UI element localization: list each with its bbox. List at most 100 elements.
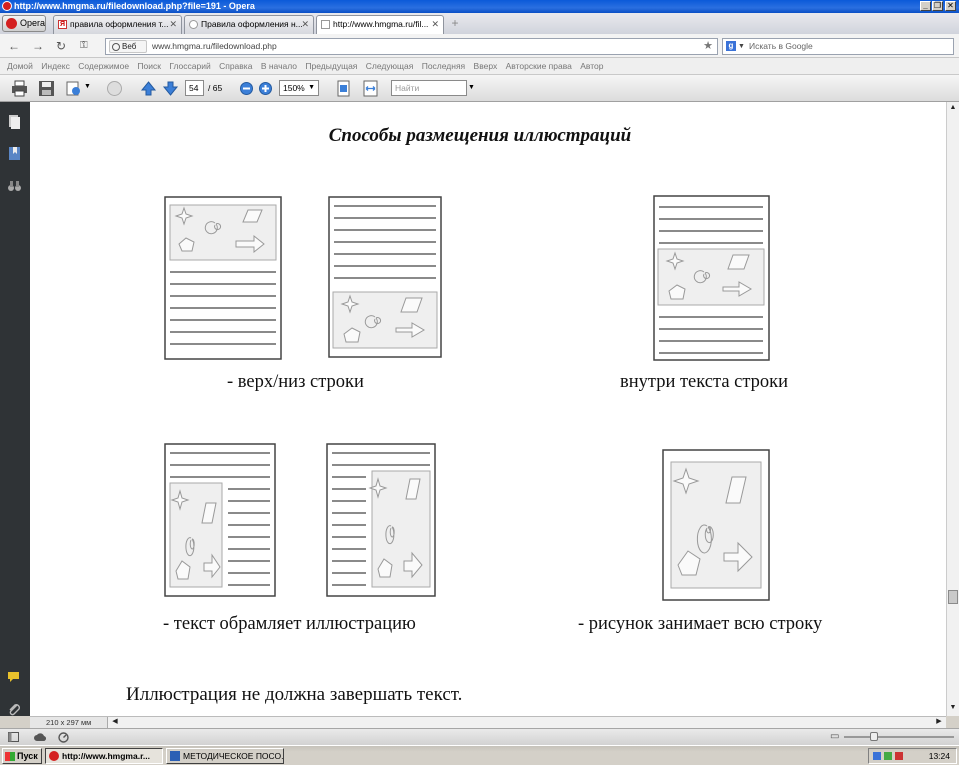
language-icon[interactable] [873,752,881,760]
speed-dial-icon[interactable] [58,732,69,743]
close-tab-icon[interactable]: ✕ [431,16,439,33]
zoom-out-icon[interactable] [238,80,255,97]
window-title-bar: http://www.hmgma.ru/filedownload.php?fil… [0,0,959,13]
cloud-icon[interactable] [34,732,46,742]
zoom-slider[interactable] [844,736,954,738]
hand-tool-icon[interactable] [106,80,123,97]
panel-toggle-icon[interactable] [8,732,19,742]
nav-link[interactable]: Содержимое [78,61,129,71]
side-panel [0,102,30,716]
close-tab-icon[interactable]: ✕ [301,16,309,33]
nav-link[interactable]: Справка [219,61,252,71]
opera-icon [6,18,17,29]
nav-link[interactable]: Предыдущая [305,61,357,71]
minimize-button[interactable]: _ [920,1,931,11]
fit-width-icon[interactable] [362,80,379,97]
globe-icon [112,43,120,51]
reload-icon[interactable]: ↻ [56,39,66,53]
paperclip-icon[interactable] [7,702,22,717]
search-input[interactable]: g ▼ Искать в Google [722,38,954,55]
layout-image-inside [653,195,770,361]
nav-link[interactable]: Вверх [474,61,498,71]
nav-link[interactable]: Индекс [41,61,70,71]
new-tab-button[interactable]: + [448,17,462,31]
restore-button[interactable]: ❐ [932,1,943,11]
zoom-select[interactable]: 150% ▼ [279,80,319,96]
tab-bar: Opera Яправила оформления т... ✕ Правила … [0,13,959,35]
save-icon[interactable] [38,80,55,97]
nav-link[interactable]: Последняя [422,61,465,71]
opera-logo-icon [2,1,12,11]
chevron-down-icon[interactable]: ▼ [738,39,745,54]
layout-full-row [662,449,770,601]
opera-menu-button[interactable]: Opera [2,15,46,32]
word-icon [170,751,180,761]
scroll-thumb[interactable] [948,590,958,604]
scroll-down-icon[interactable]: ▼ [948,703,958,713]
back-icon[interactable]: ← [8,39,20,53]
scroll-up-icon[interactable]: ▲ [948,103,958,113]
yandex-icon: Я [58,20,67,29]
tab-1[interactable]: Яправила оформления т... ✕ [53,15,182,34]
bookmarks-icon[interactable] [7,146,22,161]
view-icon[interactable]: ▭ [830,731,839,742]
previous-page-icon[interactable] [140,80,157,97]
layout-image-bottom [328,196,442,358]
nav-link[interactable]: В начало [261,61,297,71]
find-input[interactable]: Найти [391,80,467,96]
bookmark-star-icon[interactable]: ★ [703,39,713,54]
document-view: Способы размещения иллюстраций - верх/ни… [30,102,946,716]
vertical-scrollbar[interactable]: ▲ ▼ [946,102,959,716]
forward-icon[interactable]: → [32,39,44,53]
zoom-in-icon[interactable] [257,80,274,97]
key-icon[interactable]: ⚿ [80,40,88,51]
scroll-right-icon[interactable]: ▶ [934,717,944,727]
start-button[interactable]: Пуск [2,748,42,764]
page-size-label: 210 x 297 мм [30,717,108,728]
window-title: http://www.hmgma.ru/filedownload.php?fil… [14,1,255,11]
fit-page-icon[interactable] [335,80,352,97]
horizontal-scrollbar[interactable]: 210 x 297 мм ◀ ▶ [30,716,946,728]
tab-3[interactable]: http://www.hmgma.ru/fil... ✕ [316,15,444,35]
chevron-down-icon[interactable]: ▼ [84,83,91,90]
document-title: Способы размещения иллюстраций [328,125,632,146]
pages-icon[interactable] [7,114,22,129]
taskbar-item-opera[interactable]: http://www.hmgma.r... [45,748,163,764]
page-number-input[interactable]: 54 [185,80,204,96]
caption-inside: внутри текста строки [620,372,789,392]
network-icon[interactable] [884,752,892,760]
nav-link[interactable]: Авторские права [506,61,572,71]
nav-link[interactable]: Домой [7,61,33,71]
comment-icon[interactable] [7,670,22,685]
scroll-left-icon[interactable]: ◀ [110,717,120,727]
loading-icon [189,20,198,29]
security-icon[interactable] [895,752,903,760]
export-icon[interactable] [65,80,82,97]
address-field[interactable]: Веб www.hmgma.ru/filedownload.php ★ [105,38,718,55]
close-tab-icon[interactable]: ✕ [169,16,177,33]
web-badge[interactable]: Веб [109,40,147,53]
print-icon[interactable] [11,80,28,97]
nav-link[interactable]: Следующая [366,61,414,71]
zoom-slider-handle[interactable] [870,732,878,741]
opera-icon [49,751,59,761]
binoculars-icon[interactable] [7,178,22,193]
pdf-toolbar: ▼ 54 / 65 150% ▼ Найти ▼ [0,75,959,102]
nav-link[interactable]: Автор [580,61,603,71]
layout-wrap-left [164,443,276,597]
tab-2[interactable]: Правила оформления н... ✕ [184,15,314,34]
page-icon [321,20,330,29]
close-button[interactable]: ✕ [945,1,956,11]
chevron-down-icon: ▼ [308,84,315,91]
system-tray: 13:24 [868,748,957,764]
layout-image-top [164,196,282,360]
chevron-down-icon[interactable]: ▼ [468,84,475,91]
google-icon: g [726,41,736,51]
windows-logo-icon [5,752,15,761]
taskbar: Пуск http://www.hmgma.r... МЕТОДИЧЕСКОЕ … [0,745,959,765]
nav-link[interactable]: Поиск [137,61,161,71]
url-text: www.hmgma.ru/filedownload.php [152,41,277,51]
taskbar-item-word[interactable]: МЕТОДИЧЕСКОЕ ПОСО... [166,748,284,764]
nav-link[interactable]: Глоссарий [169,61,210,71]
next-page-icon[interactable] [162,80,179,97]
